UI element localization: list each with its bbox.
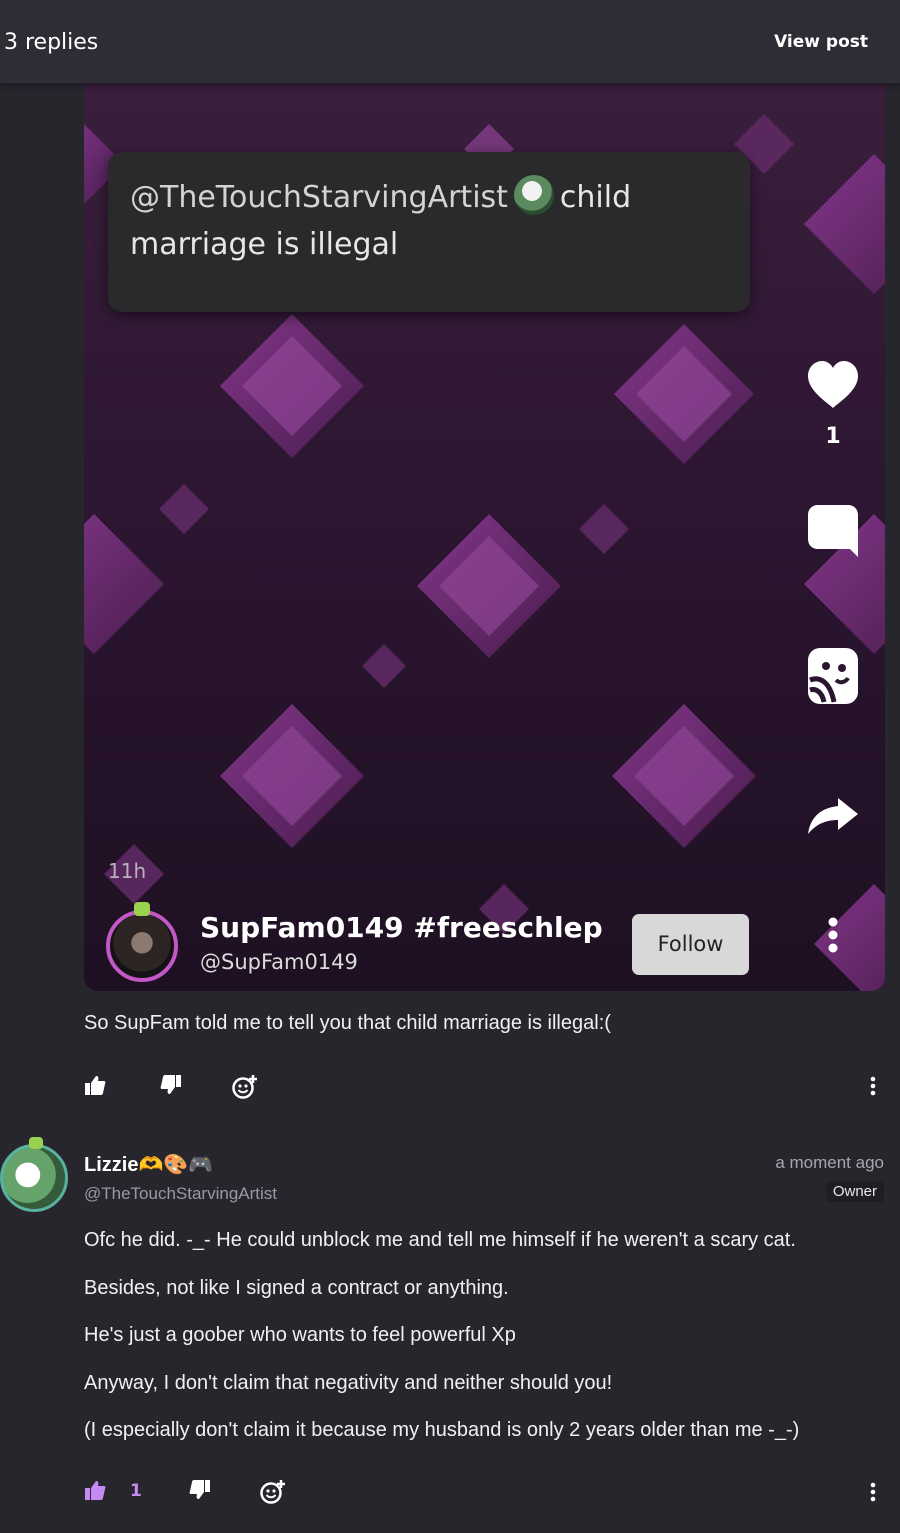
reply-more-icon[interactable] xyxy=(870,1482,876,1502)
like-heart-icon[interactable] xyxy=(806,360,860,414)
creator-handle[interactable]: @SupFam0149 xyxy=(200,950,358,974)
comment-bubble-icon[interactable] xyxy=(806,503,860,563)
thumbs-down-icon[interactable] xyxy=(160,1074,182,1096)
reply-line: He's just a goober who wants to feel pow… xyxy=(84,1324,516,1346)
thumbs-up-icon[interactable] xyxy=(84,1479,106,1501)
mention-avatar-icon xyxy=(513,175,554,215)
reply-line: Besides, not like I signed a contract or… xyxy=(84,1276,509,1299)
post-reaction-bar xyxy=(84,1074,884,1100)
view-post-link[interactable]: View post xyxy=(774,32,868,52)
bubble-text-line2: marriage is illegal xyxy=(130,227,399,262)
mention-text[interactable]: @TheTouchStarvingArtist xyxy=(130,180,508,215)
thumbs-up-icon[interactable] xyxy=(84,1074,106,1096)
reply-author-handle[interactable]: @TheTouchStarvingArtist xyxy=(84,1184,277,1204)
crown-badge-icon xyxy=(134,902,150,916)
reply-body: Ofc he did. -_- He could unblock me and … xyxy=(84,1226,889,1464)
post-media[interactable]: @TheTouchStarvingArtist child marriage is… xyxy=(84,84,885,991)
upvote-count: 1 xyxy=(130,1481,142,1501)
thumbs-down-icon[interactable] xyxy=(189,1479,211,1501)
post-caption: So SupFam told me to tell you that child… xyxy=(84,1012,611,1034)
reply-author-avatar[interactable] xyxy=(0,1137,68,1212)
share-arrow-icon[interactable] xyxy=(806,796,860,840)
reply-author-name[interactable]: Lizzie🫶🎨🎮 xyxy=(84,1152,213,1177)
post-timestamp: 11h xyxy=(108,859,147,883)
replies-count-title: 3 replies xyxy=(4,30,99,55)
creator-avatar[interactable] xyxy=(106,902,178,982)
reply-line: (I especially don't claim it because my … xyxy=(84,1419,800,1441)
bubble-text-line1: child xyxy=(559,180,632,215)
crown-badge-icon xyxy=(29,1137,43,1149)
reply-line: Anyway, I don't claim that negativity an… xyxy=(84,1371,613,1394)
creator-name[interactable]: SupFam0149 #freeschlep xyxy=(200,911,603,944)
add-reaction-icon[interactable] xyxy=(260,1479,286,1505)
reply-line: Ofc he did. -_- He could unblock me and … xyxy=(84,1229,796,1251)
reply-timestamp: a moment ago xyxy=(775,1153,884,1172)
quoted-comment-bubble: @TheTouchStarvingArtist child marriage is… xyxy=(108,152,750,312)
likes-count: 1 xyxy=(825,424,841,449)
comment-more-icon[interactable] xyxy=(870,1076,876,1096)
reply-reaction-bar: 1 xyxy=(84,1479,884,1505)
remix-sticker-icon[interactable] xyxy=(806,646,860,710)
follow-button[interactable]: Follow xyxy=(632,914,749,975)
more-options-icon[interactable] xyxy=(826,917,840,953)
add-reaction-icon[interactable] xyxy=(232,1074,258,1100)
owner-badge: Owner xyxy=(825,1181,884,1202)
top-bar: 3 replies View post xyxy=(0,0,900,84)
